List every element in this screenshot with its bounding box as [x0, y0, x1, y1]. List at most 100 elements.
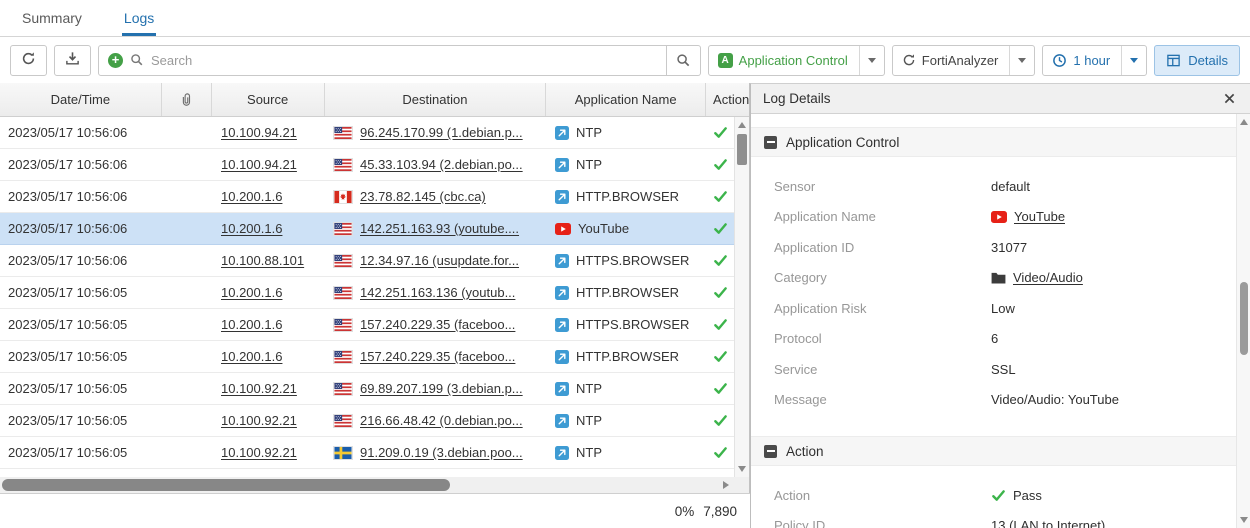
destination-link[interactable]: 23.78.82.145 (cbc.ca) — [360, 189, 486, 204]
search-button[interactable] — [667, 45, 701, 76]
field-label: Category — [774, 270, 991, 285]
details-toggle-button[interactable]: Details — [1154, 45, 1240, 76]
pass-check-icon — [713, 317, 728, 332]
fortianalyzer-dropdown[interactable]: FortiAnalyzer — [892, 45, 1036, 76]
refresh-button[interactable] — [10, 45, 47, 76]
application-label: HTTP.BROWSER — [576, 349, 679, 364]
fortianalyzer-icon — [902, 53, 916, 67]
add-filter-icon[interactable]: + — [108, 53, 123, 68]
search-input[interactable] — [151, 53, 657, 68]
vertical-scrollbar[interactable] — [734, 117, 749, 477]
collapse-icon[interactable] — [764, 445, 777, 458]
scroll-down-arrow-icon[interactable] — [1240, 517, 1248, 523]
horizontal-scrollbar[interactable] — [0, 477, 734, 493]
scroll-down-arrow-icon[interactable] — [738, 466, 746, 472]
log-viewer-app: Summary Logs + A Application Control — [0, 0, 1250, 83]
tab-logs[interactable]: Logs — [122, 0, 156, 36]
section-title: Application Control — [786, 135, 899, 150]
paperclip-icon — [179, 93, 193, 107]
close-icon[interactable] — [1220, 90, 1238, 108]
se-flag-icon — [333, 446, 353, 460]
details-scrollbar[interactable] — [1236, 114, 1250, 528]
table-row[interactable]: 2023/05/17 10:56:06 10.200.1.6 23.78.82.… — [0, 181, 734, 213]
log-count: 7,890 — [703, 504, 737, 519]
application-label: NTP — [576, 445, 602, 460]
field-value: SSL — [991, 362, 1016, 377]
source-link[interactable]: 10.200.1.6 — [221, 221, 282, 236]
destination-link[interactable]: 12.34.97.16 (usupdate.for... — [360, 253, 519, 268]
table-row[interactable]: 2023/05/17 10:56:05 10.100.92.21 216.66.… — [0, 405, 734, 437]
youtube-icon — [555, 223, 571, 235]
table-row[interactable]: 2023/05/17 10:56:05 10.200.1.6 142.251.1… — [0, 277, 734, 309]
horizontal-scrollbar-thumb[interactable] — [2, 479, 450, 491]
section-header[interactable]: Application Control — [751, 127, 1236, 157]
pass-check-icon — [713, 413, 728, 428]
source-link[interactable]: 10.100.92.21 — [221, 381, 297, 396]
table-header: Date/Time Source Destination Application… — [0, 83, 749, 117]
scroll-up-arrow-icon[interactable] — [1240, 119, 1248, 125]
application-control-dropdown[interactable]: A Application Control — [708, 45, 885, 76]
destination-link[interactable]: 157.240.229.35 (faceboo... — [360, 349, 515, 364]
table-row[interactable]: 2023/05/17 10:56:05 10.100.92.21 69.89.2… — [0, 373, 734, 405]
source-link[interactable]: 10.200.1.6 — [221, 317, 282, 332]
table-row[interactable]: 2023/05/17 10:56:05 10.200.1.6 157.240.2… — [0, 309, 734, 341]
table-row[interactable]: 2023/05/17 10:56:06 10.100.94.21 96.245.… — [0, 117, 734, 149]
us-flag-icon — [333, 318, 353, 332]
details-scrollbar-thumb[interactable] — [1240, 282, 1248, 355]
table-row[interactable]: 2023/05/17 10:56:05 10.200.1.6 142.251.1… — [0, 469, 734, 477]
destination-link[interactable]: 96.245.170.99 (1.debian.p... — [360, 125, 523, 140]
table-row[interactable]: 2023/05/17 10:56:05 10.200.1.6 157.240.2… — [0, 341, 734, 373]
column-header-datetime[interactable]: Date/Time — [0, 83, 162, 116]
source-link[interactable]: 10.100.88.101 — [221, 253, 304, 268]
section-header[interactable]: Action — [751, 436, 1236, 466]
scroll-up-arrow-icon[interactable] — [738, 122, 746, 128]
destination-link[interactable]: 157.240.229.35 (faceboo... — [360, 317, 515, 332]
field-value: 6 — [991, 331, 998, 346]
tab-summary[interactable]: Summary — [20, 0, 84, 36]
cell-attachment — [162, 245, 212, 276]
vertical-scrollbar-thumb[interactable] — [737, 134, 747, 165]
field-value-text[interactable]: Video/Audio — [1013, 270, 1083, 285]
source-link[interactable]: 10.100.94.21 — [221, 157, 297, 172]
source-link[interactable]: 10.100.92.21 — [221, 413, 297, 428]
column-header-attachment[interactable] — [162, 83, 212, 116]
destination-link[interactable]: 142.251.163.93 (youtube.... — [360, 221, 519, 236]
field-value-text: SSL — [991, 362, 1016, 377]
cell-datetime: 2023/05/17 10:56:05 — [0, 341, 162, 372]
detail-field: Protocol 6 — [751, 324, 1236, 355]
scroll-right-arrow-icon[interactable] — [723, 481, 729, 489]
cell-attachment — [162, 341, 212, 372]
collapse-icon[interactable] — [764, 136, 777, 149]
column-header-source[interactable]: Source — [212, 83, 325, 116]
table-row[interactable]: 2023/05/17 10:56:06 10.200.1.6 142.251.1… — [0, 213, 734, 245]
destination-link[interactable]: 69.89.207.199 (3.debian.p... — [360, 381, 523, 396]
source-link[interactable]: 10.100.92.21 — [221, 445, 297, 460]
field-value-text[interactable]: YouTube — [1014, 209, 1065, 224]
cell-datetime: 2023/05/17 10:56:05 — [0, 437, 162, 468]
source-link[interactable]: 10.200.1.6 — [221, 189, 282, 204]
table-row[interactable]: 2023/05/17 10:56:05 10.100.92.21 91.209.… — [0, 437, 734, 469]
destination-link[interactable]: 91.209.0.19 (3.debian.poo... — [360, 445, 523, 460]
clock-icon — [1052, 53, 1067, 68]
column-header-action[interactable]: Action — [706, 83, 749, 116]
details-section: Action Action Pass Policy ID 13 (LAN to … — [751, 436, 1236, 528]
time-range-dropdown[interactable]: 1 hour — [1042, 45, 1147, 76]
us-flag-icon — [333, 254, 353, 268]
field-value: Pass — [991, 488, 1042, 503]
source-link[interactable]: 10.200.1.6 — [221, 285, 282, 300]
destination-link[interactable]: 45.33.103.94 (2.debian.po... — [360, 157, 523, 172]
column-header-application-name[interactable]: Application Name — [546, 83, 706, 116]
cell-datetime: 2023/05/17 10:56:06 — [0, 245, 162, 276]
cell-attachment — [162, 277, 212, 308]
source-link[interactable]: 10.100.94.21 — [221, 125, 297, 140]
field-value-text: Low — [991, 301, 1015, 316]
table-row[interactable]: 2023/05/17 10:56:06 10.100.88.101 12.34.… — [0, 245, 734, 277]
table-row[interactable]: 2023/05/17 10:56:06 10.100.94.21 45.33.1… — [0, 149, 734, 181]
column-header-destination[interactable]: Destination — [325, 83, 547, 116]
pass-check-icon — [713, 349, 728, 364]
destination-link[interactable]: 142.251.163.136 (youtub... — [360, 285, 515, 300]
field-value: YouTube — [991, 209, 1065, 224]
download-button[interactable] — [54, 45, 91, 76]
destination-link[interactable]: 216.66.48.42 (0.debian.po... — [360, 413, 523, 428]
source-link[interactable]: 10.200.1.6 — [221, 349, 282, 364]
